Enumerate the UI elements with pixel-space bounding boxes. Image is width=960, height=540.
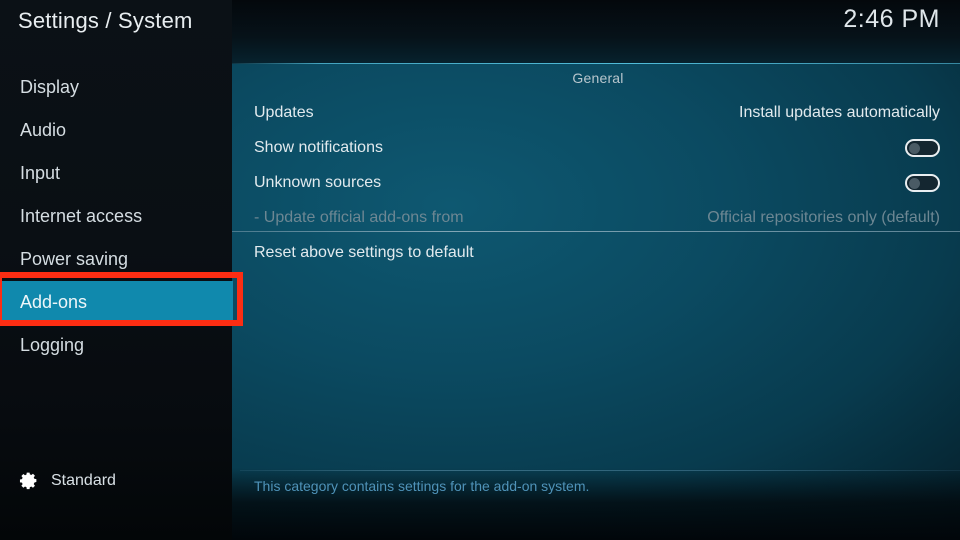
sidebar-nav: Display Audio Input Internet access Powe…: [0, 66, 233, 367]
category-description: This category contains settings for the …: [254, 478, 590, 494]
sidebar-item-display[interactable]: Display: [0, 66, 232, 109]
setting-value: Official repositories only (default): [707, 208, 940, 226]
profile-indicator[interactable]: Standard: [18, 470, 116, 491]
setting-label: Updates: [254, 103, 314, 121]
sidebar-item-power-saving[interactable]: Power saving: [0, 238, 232, 281]
gear-icon: [18, 470, 39, 491]
sidebar-item-label: Internet access: [20, 206, 143, 226]
sidebar-item-label: Power saving: [20, 249, 129, 269]
setting-row-show-notifications[interactable]: Show notifications: [254, 130, 940, 165]
profile-label: Standard: [51, 471, 116, 489]
setting-label: - Update official add-ons from: [254, 208, 464, 226]
sidebar-item-label: Add-ons: [20, 292, 88, 312]
sidebar-item-label: Display: [20, 77, 80, 97]
setting-value[interactable]: Install updates automatically: [739, 104, 940, 122]
toggle-knob: [909, 142, 920, 154]
sidebar-item-label: Input: [20, 163, 61, 183]
setting-row-updates[interactable]: Updates Install updates automatically: [254, 95, 940, 130]
setting-label: Unknown sources: [254, 173, 382, 191]
sidebar-item-logging[interactable]: Logging: [0, 324, 232, 367]
sidebar-item-audio[interactable]: Audio: [0, 109, 232, 152]
kodi-settings-screen: Settings / System 2:46 PM Display Audio …: [0, 0, 960, 540]
setting-label: Show notifications: [254, 138, 383, 156]
sidebar-item-label: Audio: [20, 120, 67, 140]
settings-rows: Updates Install updates automatically Sh…: [254, 95, 940, 270]
setting-row-update-official-add-ons-from: - Update official add-ons from Official …: [254, 200, 940, 235]
settings-group-title: General: [572, 70, 624, 86]
clock: 2:46 PM: [843, 5, 940, 33]
panel-top-divider: [232, 63, 960, 64]
setting-row-unknown-sources[interactable]: Unknown sources: [254, 165, 940, 200]
settings-row-divider: [232, 231, 960, 232]
sidebar-item-label: Logging: [20, 335, 85, 355]
page-title: Settings / System: [18, 8, 193, 33]
description-divider: [240, 470, 960, 471]
sidebar-item-input[interactable]: Input: [0, 152, 232, 195]
setting-row-reset-above-settings[interactable]: Reset above settings to default: [254, 235, 940, 270]
sidebar-item-internet-access[interactable]: Internet access: [0, 195, 232, 238]
show-notifications-toggle[interactable]: [905, 138, 940, 157]
toggle-knob: [909, 177, 920, 189]
setting-label: Reset above settings to default: [254, 243, 474, 261]
sidebar-item-add-ons[interactable]: Add-ons: [0, 281, 233, 324]
unknown-sources-toggle[interactable]: [905, 173, 940, 192]
